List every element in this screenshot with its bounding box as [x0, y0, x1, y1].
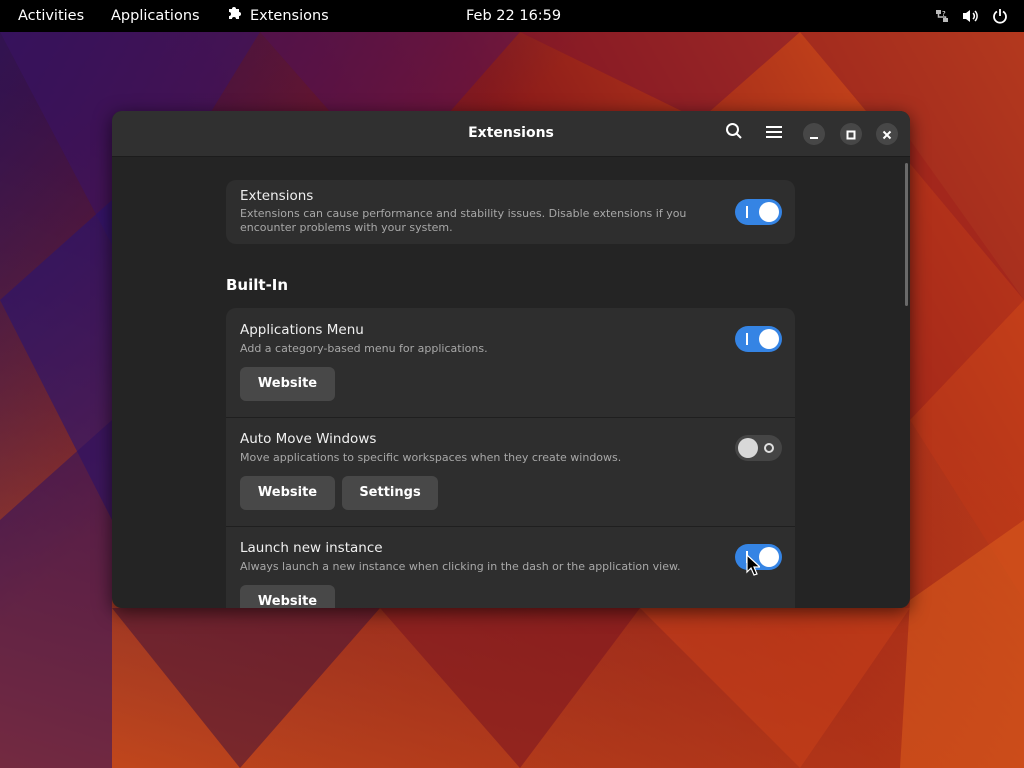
maximize-icon [846, 125, 856, 144]
close-icon [882, 125, 892, 144]
maximize-button[interactable] [840, 123, 862, 145]
header-bar: Extensions [112, 111, 910, 157]
volume-icon [962, 8, 980, 24]
extensions-list-view: Extensions Extensions can cause performa… [112, 158, 902, 608]
app-menu-label: Extensions [250, 8, 329, 24]
master-title: Extensions [240, 188, 314, 204]
builtin-section-heading: Built-In [226, 276, 289, 294]
applications-menu[interactable]: Applications [111, 0, 200, 32]
minimize-icon [809, 125, 819, 144]
extension-name: Applications Menu [240, 322, 364, 338]
extensions-window: Extensions Extensions Extensions can cau… [112, 111, 910, 608]
power-icon [992, 8, 1008, 24]
extension-description: Always launch a new instance when clicki… [240, 560, 681, 573]
extension-row-launch-new-instance: Launch new instance Always launch a new … [226, 526, 795, 608]
puzzle-piece-icon [227, 0, 243, 32]
minimize-button[interactable] [803, 123, 825, 145]
window-title: Extensions [468, 125, 554, 141]
auto-move-windows-website-button[interactable]: Website [240, 476, 335, 510]
top-bar: Activities Applications Extensions Feb 2… [0, 0, 1024, 32]
master-description: Extensions can cause performance and sta… [240, 207, 687, 234]
auto-move-windows-toggle[interactable] [735, 435, 782, 461]
activities-button[interactable]: Activities [18, 0, 84, 32]
extension-row-applications-menu: Applications Menu Add a category-based m… [226, 308, 795, 417]
mouse-pointer-icon [746, 553, 762, 580]
extension-name: Launch new instance [240, 540, 383, 556]
extensions-master-toggle[interactable] [735, 199, 782, 225]
search-button[interactable] [722, 121, 746, 145]
extension-description: Move applications to specific workspaces… [240, 451, 622, 464]
extensions-master-card: Extensions Extensions can cause performa… [226, 180, 795, 244]
extension-name: Auto Move Windows [240, 431, 377, 447]
clock[interactable]: Feb 22 16:59 [466, 0, 561, 32]
app-menu[interactable]: Extensions [227, 0, 329, 32]
builtin-extensions-list: Applications Menu Add a category-based m… [226, 308, 795, 608]
extension-row-auto-move-windows: Auto Move Windows Move applications to s… [226, 417, 795, 526]
svg-text:?: ? [942, 10, 946, 18]
launch-new-instance-website-button[interactable]: Website [240, 585, 335, 608]
system-menu[interactable]: ? [934, 0, 1008, 32]
main-menu-button[interactable] [762, 121, 786, 145]
network-icon: ? [934, 8, 950, 24]
vertical-scrollbar[interactable] [905, 163, 908, 306]
search-icon [725, 122, 743, 144]
auto-move-windows-settings-button[interactable]: Settings [342, 476, 438, 510]
applications-menu-website-button[interactable]: Website [240, 367, 335, 401]
hamburger-menu-icon [766, 124, 782, 143]
close-button[interactable] [876, 123, 898, 145]
extension-description: Add a category-based menu for applicatio… [240, 342, 488, 355]
applications-menu-toggle[interactable] [735, 326, 782, 352]
